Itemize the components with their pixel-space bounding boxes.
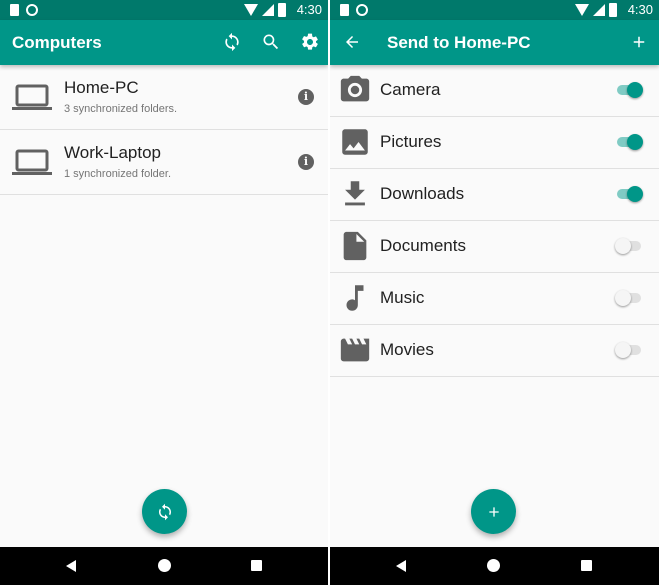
home-icon[interactable] <box>487 559 500 572</box>
search-icon[interactable] <box>259 30 283 54</box>
status-time: 4:30 <box>627 2 653 17</box>
music-note-icon <box>338 281 372 315</box>
sync-status-icon <box>356 4 368 16</box>
add-icon[interactable] <box>627 30 651 54</box>
sync-toggle[interactable] <box>617 134 643 150</box>
folder-label: Camera <box>380 80 441 99</box>
sync-status-icon <box>26 4 38 16</box>
system-nav-bar <box>0 547 328 585</box>
folder-row-pictures[interactable]: Pictures <box>330 117 659 169</box>
folder-label: Documents <box>380 236 466 255</box>
cell-signal-icon <box>593 4 605 16</box>
camera-icon <box>338 73 372 107</box>
computers-screen: 4:30 Computers Home-PC 3 synchronized fo… <box>0 0 328 585</box>
computer-folder-count: 1 synchronized folder. <box>64 168 172 180</box>
back-arrow-icon[interactable] <box>340 30 364 54</box>
folder-label: Downloads <box>380 184 465 203</box>
sync-icon[interactable] <box>220 30 244 54</box>
send-to-screen: 4:30 Send to Home-PC Camera Pictures Dow… <box>330 0 659 585</box>
add-icon <box>488 506 499 517</box>
movie-clapper-icon <box>338 333 372 367</box>
page-title: Computers <box>12 33 102 52</box>
status-bar: 4:30 <box>0 0 328 20</box>
sync-toggle[interactable] <box>615 238 643 254</box>
folder-row-downloads[interactable]: Downloads <box>330 169 659 221</box>
computer-name: Work-Laptop <box>64 143 162 162</box>
download-icon <box>338 177 372 211</box>
document-icon <box>338 229 372 263</box>
battery-icon <box>609 3 617 17</box>
image-icon <box>338 125 372 159</box>
info-icon[interactable]: i <box>298 89 314 105</box>
computer-folder-count: 3 synchronized folders. <box>64 103 178 115</box>
sd-card-icon <box>10 4 19 16</box>
sync-toggle[interactable] <box>617 186 643 202</box>
sync-icon <box>158 503 171 520</box>
system-nav-bar <box>330 547 659 585</box>
folder-label: Music <box>380 288 425 307</box>
home-icon[interactable] <box>158 559 171 572</box>
folder-label: Movies <box>380 340 434 359</box>
page-title: Send to Home-PC <box>387 33 531 52</box>
computer-row-work-laptop[interactable]: Work-Laptop 1 synchronized folder. i <box>0 130 328 195</box>
folder-row-music[interactable]: Music <box>330 273 659 325</box>
back-icon[interactable] <box>66 560 76 572</box>
status-time: 4:30 <box>296 2 322 17</box>
folder-row-camera[interactable]: Camera <box>330 65 659 117</box>
wifi-icon <box>575 4 589 16</box>
computer-name: Home-PC <box>64 78 139 97</box>
sync-toggle[interactable] <box>617 82 643 98</box>
folder-row-movies[interactable]: Movies <box>330 325 659 377</box>
battery-icon <box>278 3 286 17</box>
laptop-icon <box>12 148 52 178</box>
folder-label: Pictures <box>380 132 442 151</box>
info-icon[interactable]: i <box>298 154 314 170</box>
computer-row-home-pc[interactable]: Home-PC 3 synchronized folders. i <box>0 65 328 130</box>
cell-signal-icon <box>262 4 274 16</box>
laptop-icon <box>12 83 52 113</box>
add-folder-fab-button[interactable] <box>471 489 516 534</box>
sync-fab-button[interactable] <box>142 489 187 534</box>
app-bar: Computers <box>0 20 328 65</box>
settings-gear-icon[interactable] <box>298 30 322 54</box>
sync-toggle[interactable] <box>615 342 643 358</box>
back-icon[interactable] <box>396 560 406 572</box>
sync-toggle[interactable] <box>615 290 643 306</box>
sd-card-icon <box>340 4 349 16</box>
app-bar: Send to Home-PC <box>330 20 659 65</box>
status-bar: 4:30 <box>330 0 659 20</box>
recents-icon[interactable] <box>581 560 592 571</box>
wifi-icon <box>244 4 258 16</box>
recents-icon[interactable] <box>251 560 262 571</box>
folder-row-documents[interactable]: Documents <box>330 221 659 273</box>
